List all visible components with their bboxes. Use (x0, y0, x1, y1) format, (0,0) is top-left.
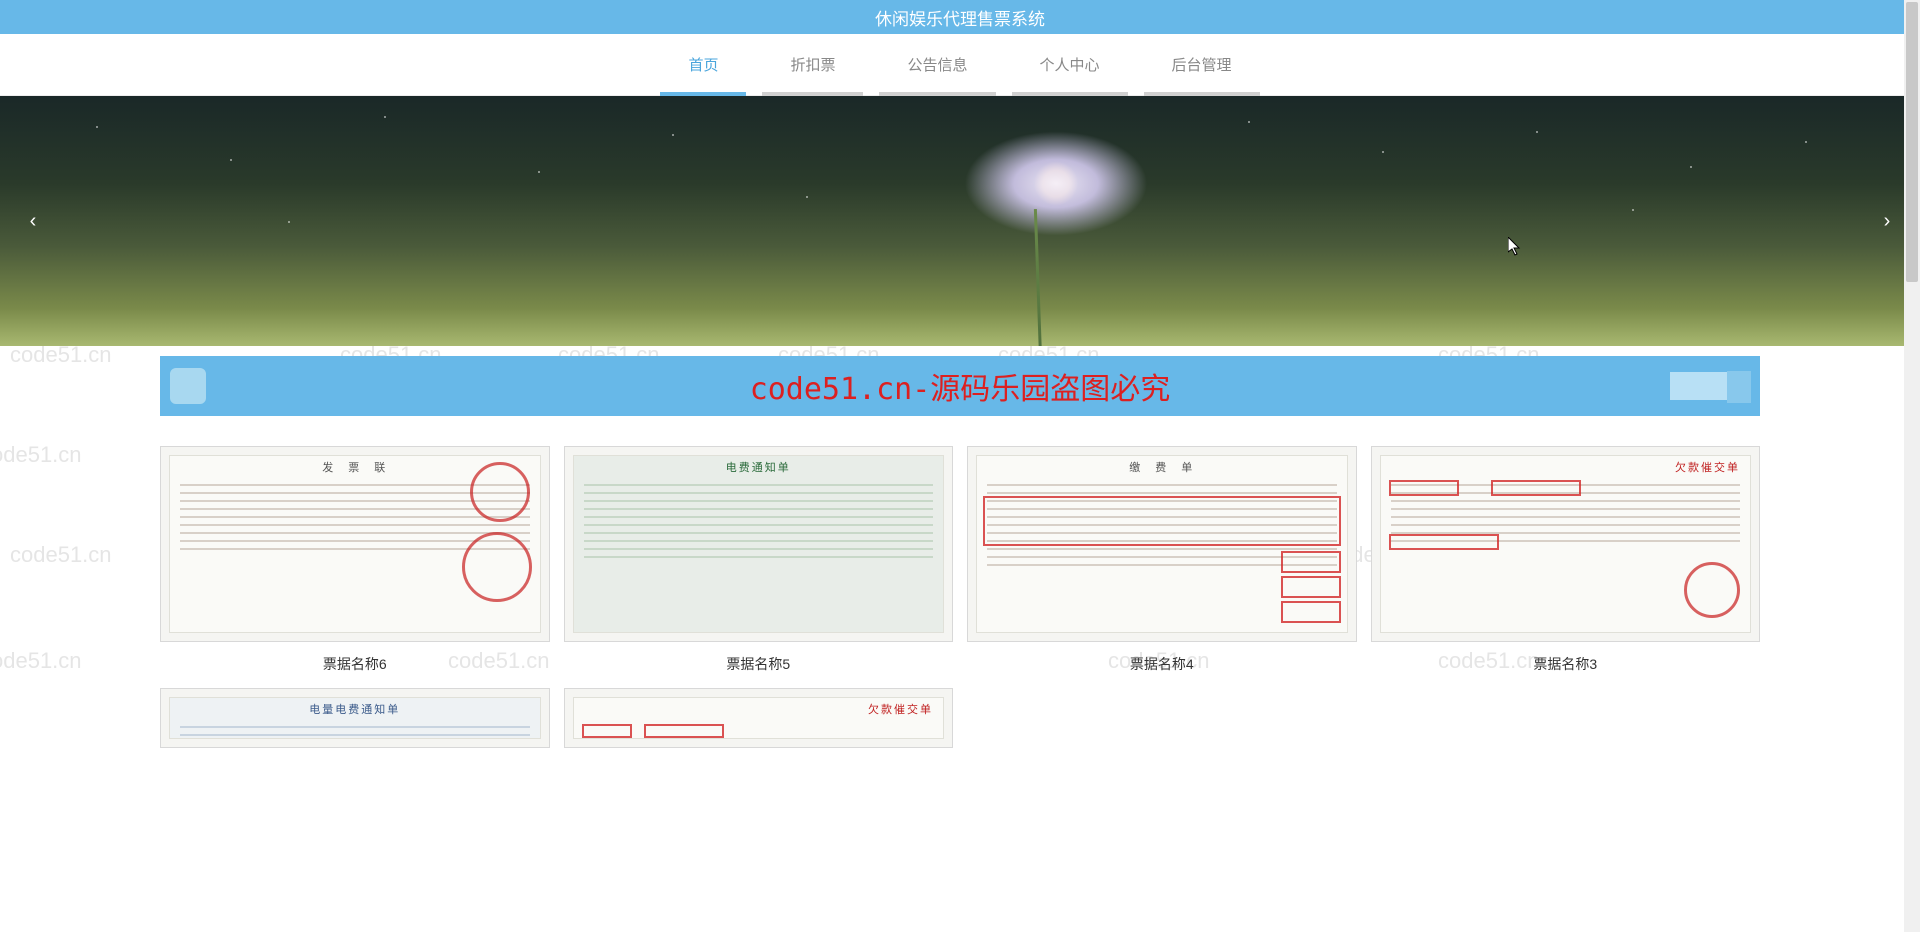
banner-right-box[interactable] (1670, 372, 1750, 400)
ticket-card[interactable]: 欠款催交单 票据名称3 (1371, 446, 1761, 674)
ticket-label: 票据名称5 (726, 654, 790, 674)
scrollbar[interactable] (1904, 0, 1920, 932)
carousel-prev-button[interactable]: ‹ (18, 206, 48, 236)
ticket-thumbnail: 电费通知单 (564, 446, 954, 642)
carousel-image (0, 96, 1920, 346)
ticket-label: 票据名称6 (323, 654, 387, 674)
ticket-card[interactable]: 缴 费 单 票据名称4 (967, 446, 1357, 674)
banner-left-box[interactable] (170, 368, 206, 404)
header-bar: 休闲娱乐代理售票系统 (0, 0, 1920, 34)
ticket-thumbnail: 电量电费通知单 (160, 688, 550, 748)
ticket-thumbnail: 欠款催交单 (564, 688, 954, 748)
ticket-grid: 发 票 联 票据名称6 电费通知单 票据名称5 (160, 446, 1760, 748)
ticket-label: 票据名称3 (1533, 654, 1597, 674)
scrollbar-thumb[interactable] (1906, 2, 1918, 282)
watermark: code51.cn (0, 648, 82, 674)
ticket-card[interactable]: 电量电费通知单 (160, 688, 550, 748)
nav-label: 后台管理 (1172, 54, 1232, 75)
ticket-card[interactable]: 发 票 联 票据名称6 (160, 446, 550, 674)
banner-overlay-text: code51.cn-源码乐园盗图必究 (750, 364, 1171, 408)
nav-label: 折扣票 (790, 54, 835, 75)
hero-carousel: ‹ › (0, 96, 1920, 346)
ticket-thumbnail: 发 票 联 (160, 446, 550, 642)
carousel-next-button[interactable]: › (1872, 206, 1902, 236)
watermark: code51.cn (0, 442, 82, 468)
chevron-right-icon: › (1884, 210, 1891, 233)
ticket-label: 票据名称4 (1130, 654, 1194, 674)
watermark: code51.cn (10, 542, 112, 568)
nav-label: 个人中心 (1040, 54, 1100, 75)
ticket-card[interactable]: 欠款催交单 (564, 688, 954, 748)
ticket-thumbnail: 缴 费 单 (967, 446, 1357, 642)
nav-discount[interactable]: 折扣票 (762, 34, 863, 96)
banner-strip: code51.cn-源码乐园盗图必究 (160, 356, 1760, 416)
nav-admin[interactable]: 后台管理 (1144, 34, 1260, 96)
ticket-card[interactable]: 电费通知单 票据名称5 (564, 446, 954, 674)
nav-label: 首页 (688, 54, 718, 75)
nav-announcement[interactable]: 公告信息 (879, 34, 995, 96)
nav-personal[interactable]: 个人中心 (1012, 34, 1128, 96)
chevron-left-icon: ‹ (30, 210, 37, 233)
nav-label: 公告信息 (907, 54, 967, 75)
nav-bar: 首页 折扣票 公告信息 个人中心 后台管理 (0, 34, 1920, 96)
ticket-thumbnail: 欠款催交单 (1371, 446, 1761, 642)
page-title: 休闲娱乐代理售票系统 (875, 5, 1045, 30)
nav-home[interactable]: 首页 (660, 34, 746, 96)
